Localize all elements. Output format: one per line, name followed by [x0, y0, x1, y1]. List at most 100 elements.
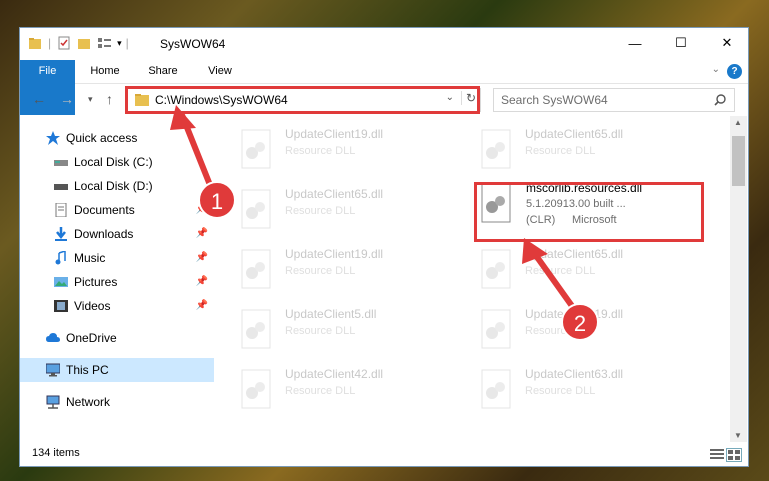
sidebar-item-pictures[interactable]: Pictures 📌 — [20, 270, 214, 294]
file-item[interactable]: UpdateClient19.dll Resource DLL — [225, 244, 425, 299]
file-type: Resource DLL — [285, 385, 356, 397]
dll-file-icon — [241, 189, 271, 229]
sidebar-item-label: Local Disk (D:) — [74, 179, 153, 193]
music-icon — [55, 251, 66, 265]
sidebar-item-label: Pictures — [74, 275, 118, 289]
dll-file-icon — [481, 249, 511, 289]
file-name: UpdateClient63.dll — [525, 367, 624, 381]
file-type: Resource DLL — [525, 145, 596, 157]
dll-file-icon — [241, 309, 271, 349]
sidebar-item-onedrive[interactable]: OneDrive — [20, 326, 214, 350]
toolbar-separator: | — [48, 36, 52, 50]
tab-home[interactable]: Home — [80, 60, 130, 83]
close-button[interactable]: ✕ — [704, 28, 750, 58]
minimize-button[interactable]: — — [612, 28, 658, 58]
sidebar-item-label: Documents — [74, 203, 135, 217]
file-type: Resource DLL — [525, 265, 596, 277]
step-2-badge: 2 — [561, 303, 599, 341]
details-view-icon[interactable] — [710, 448, 724, 460]
scroll-up-icon[interactable]: ▲ — [734, 118, 742, 127]
file-type: Resource DLL — [285, 325, 356, 337]
search-placeholder: Search SysWOW64 — [501, 93, 608, 107]
navigation-pane: Quick access Local Disk (C:) Local Disk … — [20, 120, 214, 440]
title-bar: | ▾ | SysWOW64 — ☐ ✕ — [20, 28, 748, 60]
sidebar-item-label: This PC — [66, 363, 109, 377]
vertical-scrollbar[interactable]: ▲ ▼ — [730, 116, 747, 442]
download-icon — [55, 227, 67, 241]
sidebar-item-videos[interactable]: Videos 📌 — [20, 294, 214, 318]
file-name: UpdateClient19.dll — [285, 247, 384, 261]
pin-icon[interactable]: 📌 — [196, 222, 208, 246]
dll-file-icon — [241, 369, 271, 409]
quick-access-toolbar: | ▾ | — [28, 36, 133, 50]
sidebar-item-quick-access[interactable]: Quick access — [20, 126, 214, 150]
dll-file-icon — [481, 309, 511, 349]
customize-toolbar-icon[interactable]: ▾ — [117, 38, 122, 49]
documents-icon — [55, 203, 67, 217]
new-folder-icon[interactable] — [77, 36, 91, 50]
dll-file-icon — [241, 129, 271, 169]
pin-icon[interactable]: 📌 — [196, 294, 208, 318]
forward-arrow-icon[interactable]: → — [60, 91, 74, 107]
maximize-button[interactable]: ☐ — [658, 28, 704, 58]
dll-file-icon — [481, 369, 511, 409]
sidebar-item-downloads[interactable]: Downloads 📌 — [20, 222, 214, 246]
drive-icon — [54, 160, 68, 166]
dll-file-icon — [241, 249, 271, 289]
file-item[interactable]: UpdateClient63.dll Resource DLL — [465, 364, 665, 419]
file-item[interactable]: UpdateClient65.dll Resource DLL — [465, 244, 665, 299]
sidebar-item-this-pc[interactable]: This PC — [20, 358, 214, 382]
step-1-badge: 1 — [198, 181, 236, 219]
sidebar-item-local-disk-d[interactable]: Local Disk (D:) — [20, 174, 214, 198]
file-item[interactable]: UpdateClient42.dll Resource DLL — [225, 364, 425, 419]
sidebar-item-documents[interactable]: Documents 📌 — [20, 198, 214, 222]
dll-file-icon — [481, 129, 511, 169]
tab-view[interactable]: View — [195, 60, 245, 83]
recent-locations-icon[interactable]: ▾ — [88, 94, 93, 105]
sidebar-item-network[interactable]: Network — [20, 390, 214, 414]
file-item[interactable]: UpdateClient19.dll Resource DLL — [225, 124, 425, 179]
toolbar-separator: | — [125, 36, 129, 50]
file-name: UpdateClient19.dll — [285, 127, 384, 141]
help-button[interactable]: ? — [727, 64, 742, 79]
file-name: UpdateClient65.dll — [285, 187, 384, 201]
ribbon: File Home Share View ⌄ ? — [20, 60, 748, 115]
folder-icon[interactable] — [28, 36, 42, 50]
network-icon — [46, 395, 60, 409]
back-arrow-icon[interactable]: ← — [32, 91, 46, 107]
file-highlight — [474, 182, 704, 242]
sidebar-item-label: Downloads — [74, 227, 134, 241]
sidebar-item-local-disk-c[interactable]: Local Disk (C:) — [20, 150, 214, 174]
file-name: UpdateClient5.dll — [285, 307, 377, 321]
scroll-down-icon[interactable]: ▼ — [734, 431, 742, 440]
file-item[interactable]: UpdateClient5.dll Resource DLL — [225, 304, 425, 359]
sidebar-item-label: Network — [66, 395, 111, 409]
scroll-thumb[interactable] — [732, 136, 745, 186]
file-type: Resource DLL — [525, 385, 596, 397]
pictures-icon — [54, 277, 68, 287]
pin-icon[interactable]: 📌 — [196, 270, 208, 294]
sidebar-item-label: OneDrive — [66, 331, 117, 345]
up-arrow-icon[interactable]: ↑ — [106, 91, 113, 107]
view-options-icon[interactable] — [97, 36, 113, 50]
cloud-icon — [46, 333, 60, 342]
search-icon[interactable] — [714, 94, 726, 106]
file-item[interactable]: UpdateClient65.dll Resource DLL — [465, 124, 665, 179]
file-name: UpdateClient42.dll — [285, 367, 384, 381]
sidebar-item-music[interactable]: Music 📌 — [20, 246, 214, 270]
properties-icon[interactable] — [57, 36, 71, 50]
large-icons-view-icon[interactable] — [726, 448, 742, 462]
pin-icon[interactable]: 📌 — [196, 246, 208, 270]
tab-share[interactable]: Share — [138, 60, 188, 83]
file-item[interactable]: UpdateClient65.dll Resource DLL — [225, 184, 425, 239]
file-name: UpdateClient65.dll — [525, 247, 624, 261]
window-title: SysWOW64 — [160, 37, 226, 51]
sidebar-item-label: Music — [74, 251, 106, 265]
search-input[interactable]: Search SysWOW64 — [493, 88, 735, 112]
file-list: UpdateClient19.dll Resource DLL UpdateCl… — [225, 120, 730, 440]
videos-icon — [54, 300, 68, 312]
status-bar: 134 items — [20, 442, 748, 466]
chevron-down-icon[interactable]: ⌄ — [712, 64, 720, 75]
file-type: Resource DLL — [285, 265, 356, 277]
sidebar-item-label: Videos — [74, 299, 111, 313]
